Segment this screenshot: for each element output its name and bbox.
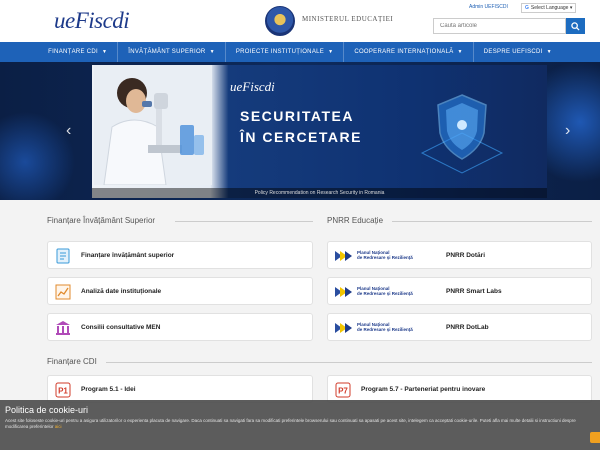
chevron-down-icon: ▼: [546, 49, 552, 55]
language-select[interactable]: G Select Language ▾: [521, 3, 577, 13]
nav-item-label: COOPERARE INTERNAȚIONALĂ: [354, 49, 454, 55]
admin-link[interactable]: Admin UEFISCDI: [469, 4, 508, 10]
search-input[interactable]: [433, 18, 566, 34]
nav-item-label: PROIECTE INSTITUȚIONALE: [235, 49, 325, 55]
language-select-label: Select Language: [530, 5, 569, 11]
card-label: Consilii consultative MEN: [81, 324, 161, 331]
chevron-down-icon: ▼: [457, 49, 463, 55]
scientist-microscope-image: [94, 65, 212, 185]
institution-icon: [56, 321, 70, 335]
dropdown-arrow-icon: ▾: [569, 5, 573, 11]
p7-badge-text: P7: [338, 387, 348, 396]
card-label: Finanțare învățământ superior: [81, 252, 175, 259]
nav-item-label: ÎNVĂȚĂMÂNT SUPERIOR: [128, 49, 206, 55]
card-pnrr-dotari[interactable]: Planul Național de Redresare și Rezilienț…: [327, 241, 592, 269]
pnrr-flag-icon: [335, 251, 352, 261]
nav-item-label: DESPRE UEFISCDI: [483, 49, 543, 55]
carousel-prev-arrow-icon[interactable]: ‹: [66, 122, 71, 140]
search-button[interactable]: [566, 18, 585, 34]
pnrr-logo: Planul Național de Redresare și Rezilienț…: [335, 322, 431, 334]
nav-item-invatamant-superior[interactable]: ÎNVĂȚĂMÂNT SUPERIOR ▼: [118, 42, 226, 62]
card-consilii-consultative[interactable]: Consilii consultative MEN: [47, 313, 313, 341]
pnrr-logo: Planul Național de Redresare și Rezilienț…: [335, 286, 431, 298]
search-icon: [571, 21, 580, 31]
p1-badge-text: P1: [58, 387, 68, 396]
carousel-next-arrow-icon[interactable]: ›: [565, 122, 570, 140]
google-icon: G: [525, 5, 529, 11]
card-pnrr-smart-labs[interactable]: Planul Național de Redresare și Rezilienț…: [327, 277, 592, 305]
pnrr-logo-text: Planul Național de Redresare și Rezilienț…: [357, 322, 413, 332]
pnrr-logo-line2: de Redresare și Reziliență: [357, 291, 413, 296]
card-finantare-invatamant[interactable]: Finanțare învățământ superior: [47, 241, 313, 269]
shield-icon: [420, 94, 504, 174]
section-divider: [392, 221, 592, 222]
card-label: Analiză date instituționale: [81, 288, 162, 295]
pnrr-flag-icon: [335, 323, 352, 333]
pnrr-flag-icon: [335, 287, 352, 297]
card-pnrr-dotlab[interactable]: Planul Național de Redresare și Rezilienț…: [327, 313, 592, 341]
section-divider: [175, 221, 313, 222]
slide-logo: ueFiscdi: [230, 79, 275, 94]
nav-item-cooperare-internationala[interactable]: COOPERARE INTERNAȚIONALĂ ▼: [344, 42, 474, 62]
uefiscdi-logo[interactable]: ueFiscdi: [54, 8, 130, 34]
pnrr-logo-line2: de Redresare și Reziliență: [357, 255, 413, 260]
main-nav: FINANȚARE CDI ▼ ÎNVĂȚĂMÂNT SUPERIOR ▼ PROI…: [0, 42, 600, 62]
nav-item-proiecte-institutionale[interactable]: PROIECTE INSTITUȚIONALE ▼: [226, 42, 345, 62]
section-title-cdi: Finanțare CDI: [47, 357, 97, 366]
ministry-crest-icon: [265, 6, 295, 36]
cookie-banner: Politica de cookie-uri Acest site folose…: [0, 400, 600, 450]
card-label: Program 5.7 - Parteneriat pentru inovare: [361, 386, 486, 393]
cookie-title: Politica de cookie-uri: [5, 405, 89, 415]
pnrr-logo-text: Planul Național de Redresare și Rezilienț…: [357, 250, 413, 260]
pnrr-logo-text: Planul Național de Redresare și Rezilienț…: [357, 286, 413, 296]
card-label: PNRR DotLab: [446, 324, 489, 331]
section-title-pnrr: PNRR Educație: [327, 216, 384, 225]
card-label: Program 5.1 - Idei: [81, 386, 136, 393]
chevron-down-icon: ▼: [209, 49, 215, 55]
document-icon: [56, 248, 70, 264]
nav-item-finantare-cdi[interactable]: FINANȚARE CDI ▼: [38, 42, 119, 62]
chevron-down-icon: ▼: [328, 49, 334, 55]
card-label: PNRR Smart Labs: [446, 288, 502, 295]
ministry-name[interactable]: MINISTERUL EDUCAȚIEI: [302, 15, 393, 23]
pnrr-logo-line2: de Redresare și Reziliență: [357, 327, 413, 332]
section-divider: [106, 362, 592, 363]
cookie-text: Acest site foloseste cookie-uri pentru a…: [5, 418, 595, 430]
chevron-down-icon: ▼: [102, 49, 108, 55]
cookie-text-body: Acest site foloseste cookie-uri pentru a…: [5, 418, 576, 429]
p1-badge-icon: P1: [55, 382, 71, 398]
cookie-more-link[interactable]: aici: [55, 424, 62, 429]
cookie-accept-button[interactable]: [590, 432, 600, 443]
slide-title-line2: ÎN CERCETARE: [240, 129, 362, 145]
slide-caption: Policy Recommendation on Research Securi…: [92, 188, 547, 198]
pnrr-logo: Planul Național de Redresare și Rezilienț…: [335, 250, 431, 262]
chart-icon: [55, 284, 71, 300]
card-analiza-date[interactable]: Analiză date instituționale: [47, 277, 313, 305]
hero-slide[interactable]: ueFiscdi SECURITATEA ÎN CERCETARE Policy…: [92, 65, 547, 198]
nav-item-label: FINANȚARE CDI: [48, 49, 99, 55]
card-program-5-7[interactable]: P7 Program 5.7 - Parteneriat pentru inov…: [327, 375, 592, 403]
slide-title-line1: SECURITATEA: [240, 108, 354, 124]
site-header: ueFiscdi MINISTERUL EDUCAȚIEI Admin UEFI…: [0, 0, 600, 42]
p7-badge-icon: P7: [335, 382, 351, 398]
section-title-higher-ed: Finanțare Învățământ Superior: [47, 216, 156, 225]
nav-item-despre-uefiscdi[interactable]: DESPRE UEFISCDI ▼: [474, 42, 562, 62]
card-label: PNRR Dotări: [446, 252, 486, 259]
hero-carousel: ueFiscdi SECURITATEA ÎN CERCETARE Policy…: [0, 62, 600, 200]
card-program-5-1[interactable]: P1 Program 5.1 - Idei: [47, 375, 313, 403]
